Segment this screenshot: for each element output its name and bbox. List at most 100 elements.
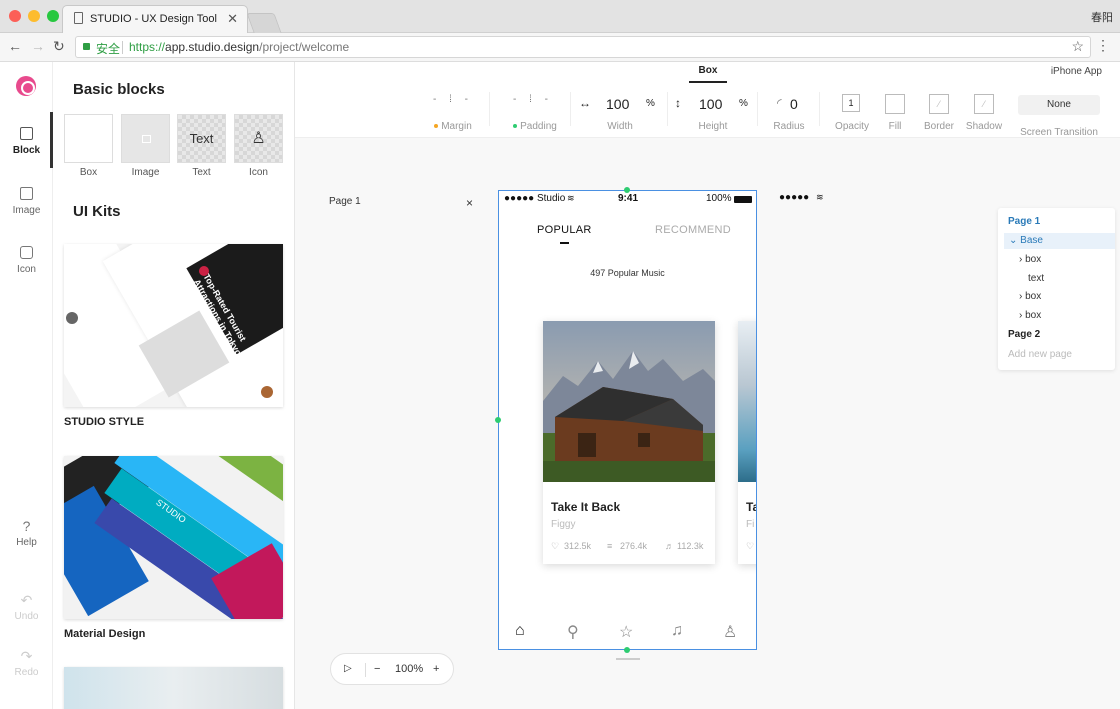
zoom-window-button[interactable] [47,10,59,22]
add-new-page-link[interactable]: Add new page [1008,349,1072,360]
zoom-out-button[interactable]: − [374,663,380,675]
height-arrows-icon: ↕ [675,96,681,110]
block-box[interactable] [64,114,113,163]
music-card-partial[interactable]: Ta Fi ♡ [738,321,756,564]
home-icon[interactable]: ⌂ [515,622,525,640]
url-text[interactable]: https://app.studio.design/project/welcom… [129,40,349,54]
partial-photo [738,321,756,482]
width-arrows-icon: ↔ [579,96,591,110]
image-placeholder-icon [142,135,151,143]
next-artboard-status[interactable]: ●●●●● ≋ [779,192,824,203]
border-none-icon[interactable]: ⁄ [929,94,949,114]
width-label: Width [607,121,633,132]
layer-text[interactable]: text [1028,273,1044,284]
height-unit[interactable]: % [739,98,748,109]
resize-handle-left[interactable] [495,417,501,423]
opacity-control[interactable]: 1 Opacity [827,92,877,132]
user-icon[interactable]: ♙ [723,622,737,642]
play-preview-icon[interactable]: ▷ [344,663,352,674]
forward-arrow-icon[interactable]: → [31,38,45,54]
ui-kits-heading: UI Kits [73,203,121,220]
width-unit[interactable]: % [646,98,655,109]
layer-box[interactable]: › box [1019,291,1041,302]
rail-item-block[interactable]: Block [0,127,53,156]
status-time: 9:41 [618,193,639,204]
rail-item-label: Block [12,145,41,156]
tab-title: STUDIO - UX Design Tool [90,13,217,25]
studio-logo-icon[interactable] [16,76,36,96]
margin-control[interactable]: - ⁞ - Margin [415,92,491,132]
phone-artboard[interactable]: ●●●●● Studio ≋ 9:41 100% POPULAR RECOMME… [498,190,757,650]
browser-menu-icon[interactable]: ⋮ [1096,37,1110,54]
block-text[interactable]: Text [177,114,226,163]
drag-bar[interactable] [616,658,640,660]
radius-value[interactable]: 0 [790,96,798,112]
zoom-in-button[interactable]: + [433,663,439,675]
kit-studio-style[interactable]: Top-Rated Tourist Attractions in Tokyo [64,244,283,407]
back-arrow-icon[interactable]: ← [8,38,22,54]
resize-handle-bottom[interactable] [624,647,630,653]
fill-swatch[interactable] [885,94,905,114]
layer-box[interactable]: › box [1019,310,1041,321]
rail-item-redo[interactable]: ↷ Redo [0,648,53,678]
fill-control[interactable]: Fill [877,92,913,132]
tab-recommend[interactable]: RECOMMEND [655,224,731,236]
music-note-icon: ♬ [665,541,674,551]
width-control[interactable]: ↔ 100 % Width [575,92,665,132]
reload-icon[interactable]: ↻ [53,38,65,55]
height-control[interactable]: ↕ 100 % Height [671,92,755,132]
battery-icon [734,196,752,203]
rail-item-image[interactable]: Image [0,187,53,216]
rail-item-undo[interactable]: ↶ Undo [0,592,53,622]
new-tab-button[interactable] [246,13,282,33]
height-value[interactable]: 100 [699,96,722,112]
close-page-icon[interactable]: × [466,196,473,210]
layer-base[interactable]: ⌄ Base [1009,235,1043,246]
layer-page-1[interactable]: Page 1 [1008,216,1040,227]
padding-control[interactable]: - ⁞ - Padding [497,92,573,132]
bookmark-star-icon[interactable]: ☆ [1071,38,1084,55]
shadow-control[interactable]: ⁄ Shadow [963,92,1005,132]
tab-box[interactable]: Box [689,65,727,83]
question-icon: ? [22,518,31,534]
page-name[interactable]: Page 1 [329,196,361,207]
shadow-none-icon[interactable]: ⁄ [974,94,994,114]
tab-popular[interactable]: POPULAR [537,224,592,236]
layer-page-2[interactable]: Page 2 [1008,329,1040,340]
minimize-window-button[interactable] [28,10,40,22]
kit-third[interactable] [64,667,283,709]
border-label: Border [923,121,954,132]
profile-name[interactable]: 春阳 [1091,9,1113,25]
radius-control[interactable]: ◜ 0 Radius [765,92,813,132]
design-canvas[interactable]: Page 1 × ●●●●● Studio ≋ 9:41 100% POPULA… [295,138,1120,709]
layer-box[interactable]: › box [1019,254,1041,265]
browser-tab[interactable]: STUDIO - UX Design Tool ✕ [62,5,248,33]
border-control[interactable]: ⁄ Border [919,92,959,132]
shadow-label: Shadow [965,121,1003,132]
browser-navbar: ← → ↻ 安全 https://app.studio.design/proje… [0,33,1120,62]
basic-blocks-heading: Basic blocks [73,81,165,98]
text-preview: Text [189,131,214,146]
block-label: Text [192,167,211,178]
rail-item-icon[interactable]: Icon [0,246,53,275]
resize-handle-top[interactable] [624,187,630,193]
song-title: Ta [746,500,756,514]
kit-material-design[interactable]: STUDIO [64,456,283,619]
padding-dot [513,124,518,129]
width-value[interactable]: 100 [606,96,629,112]
close-window-button[interactable] [9,10,21,22]
opacity-value[interactable]: 1 [842,94,860,112]
block-image[interactable] [121,114,170,163]
search-icon[interactable]: ⚲ [567,622,579,642]
block-icon[interactable]: ♙ [234,114,283,163]
property-toolbar: - ⁞ - Margin - ⁞ - Padding ↔ 100 % Width… [295,86,1120,138]
divider [667,92,668,126]
star-icon[interactable]: ☆ [619,622,633,642]
device-selector[interactable]: iPhone App [1051,66,1102,77]
kit-preview-bar [213,456,283,505]
address-bar[interactable]: 安全 https://app.studio.design/project/wel… [75,36,1091,58]
close-tab-icon[interactable]: ✕ [227,11,238,27]
music-card[interactable]: Take It Back Figgy ♡ 312.5k ≡ 276.4k ♬ 1… [543,321,715,564]
rail-item-help[interactable]: ? Help [0,518,53,548]
bell-icon[interactable]: ♫ [671,622,683,640]
